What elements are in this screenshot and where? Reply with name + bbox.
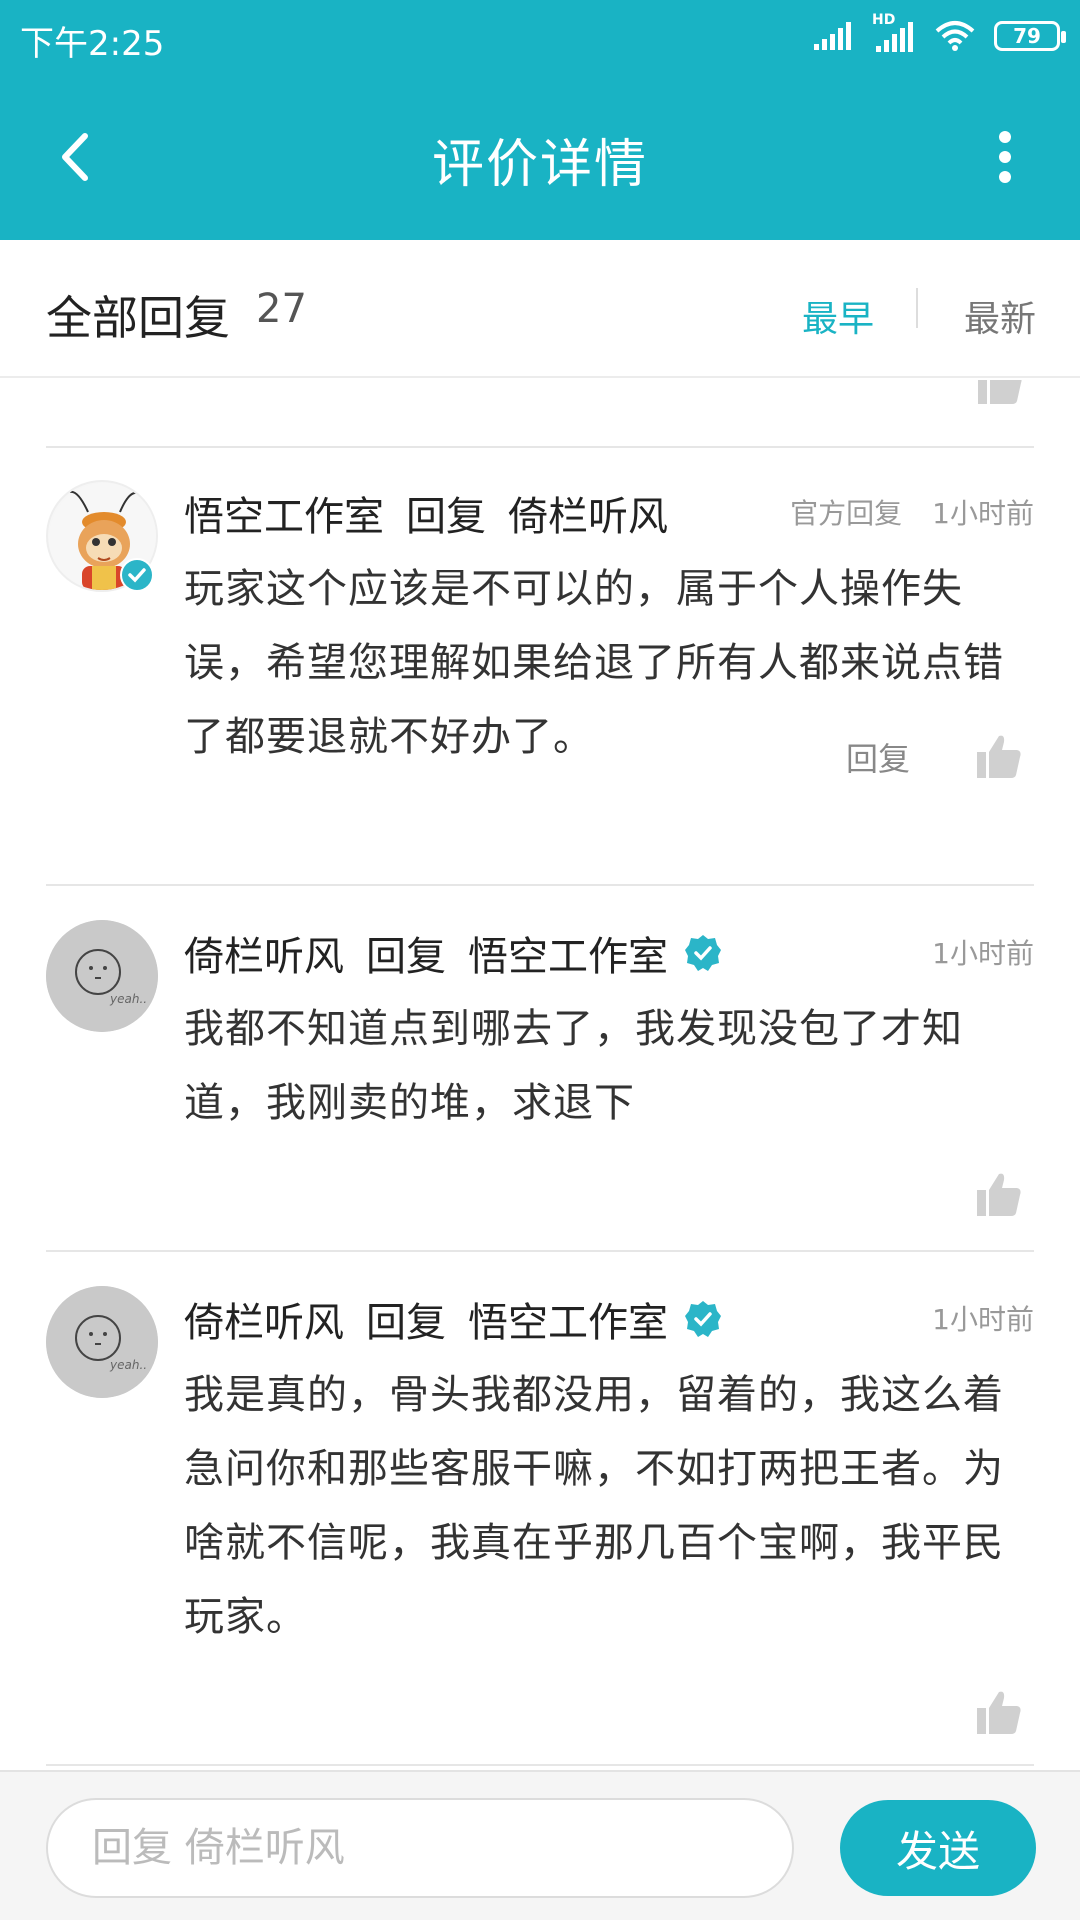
comment-meta: 1小时前 [932,932,1034,972]
sort-divider [916,288,918,328]
verified-badge-icon [685,935,721,971]
sort-newest-tab[interactable]: 最新 [964,290,1036,342]
comment-list[interactable]: 悟空工作室 回复 倚栏听风 官方回复 1小时前 玩家这个应该是不可以的，属于个人… [0,380,1080,1770]
like-icon[interactable] [974,732,1024,782]
comment-header: 倚栏听风 回复 悟空工作室 [184,924,722,982]
comment-time: 1小时前 [932,1303,1034,1336]
page-title: 评价详情 [431,135,648,195]
comment-header: 悟空工作室 回复 倚栏听风 [184,484,668,542]
reply-input[interactable] [46,1798,794,1898]
comment-item: yeah.. 倚栏听风 回复 悟空工作室 1小时前 我是真的，骨头我都没用，留着… [0,1286,1080,1756]
avatar[interactable]: yeah.. [46,920,158,1032]
comment-time: 1小时前 [932,937,1034,970]
comment-meta: 官方回复 1小时前 [790,492,1034,532]
comment-meta: 1小时前 [932,1298,1034,1338]
like-icon[interactable] [974,1688,1024,1738]
avatar-caption: yeah.. [110,1358,148,1372]
comment-actions [974,1170,1024,1220]
default-face-icon [46,1286,158,1398]
verified-badge-icon [685,1301,721,1337]
divider [46,1764,1034,1766]
reply-filter-bar: 全部回复 27 最早 最新 [0,240,1080,378]
official-reply-badge: 官方回复 [790,497,903,530]
hd-signal-icon: HD [872,12,916,54]
default-face-icon [46,920,158,1032]
send-button[interactable]: 发送 [840,1800,1036,1896]
comment-author[interactable]: 悟空工作室 [184,484,384,542]
comment-time: 1小时前 [932,497,1034,530]
comment-target[interactable]: 悟空工作室 [468,924,668,982]
comment-header: 倚栏听风 回复 悟空工作室 [184,1290,722,1348]
status-icons: HD 79 [812,12,1066,56]
more-button[interactable] [970,122,1040,192]
sort-earliest-tab[interactable]: 最早 [802,290,874,342]
like-icon[interactable] [974,1170,1024,1220]
comment-author[interactable]: 倚栏听风 [184,924,344,982]
wifi-icon [935,21,975,51]
divider [46,446,1034,448]
verified-badge-icon [120,558,154,592]
signal-icon [814,22,851,50]
reply-word: 回复 [366,1300,446,1346]
status-bar: 下午2:25 HD 79 [0,0,1080,72]
comment-body: 我都不知道点到哪去了，我发现没包了才知道，我刚卖的堆，求退下 [184,1006,963,1126]
reply-word: 回复 [406,494,486,540]
all-replies-title: 全部回复 [46,291,230,345]
comment-body: 我是真的，骨头我都没用，留着的，我这么着急问你和那些客服干嘛，不如打两把王者。为… [184,1372,1004,1640]
comment-target[interactable]: 倚栏听风 [508,484,668,542]
status-time: 下午2:25 [20,24,165,64]
comment-item: 悟空工作室 回复 倚栏听风 官方回复 1小时前 玩家这个应该是不可以的，属于个人… [0,480,1080,820]
divider [46,884,1034,886]
reply-button[interactable]: 回复 [846,734,910,780]
reply-word: 回复 [366,934,446,980]
top-app-bar: 下午2:25 HD 79 评价详情 [0,0,1080,240]
like-icon[interactable] [976,380,1024,408]
comment-target[interactable]: 悟空工作室 [468,1290,668,1348]
comment-actions: 回复 [846,732,1024,782]
more-vertical-icon [999,131,1011,183]
comment-author[interactable]: 倚栏听风 [184,1290,344,1348]
battery-level: 79 [1013,24,1041,48]
avatar-caption: yeah.. [110,992,148,1006]
avatar[interactable]: yeah.. [46,1286,158,1398]
navigation-bar: 评价详情 [0,82,1080,232]
comment-actions [974,1688,1024,1738]
comment-item: yeah.. 倚栏听风 回复 悟空工作室 1小时前 我都不知道点到哪去了，我发现… [0,920,1080,1240]
reply-count: 27 [256,286,307,332]
battery-icon: 79 [994,21,1066,51]
divider [46,1250,1034,1252]
reply-composer: 发送 [0,1770,1080,1920]
